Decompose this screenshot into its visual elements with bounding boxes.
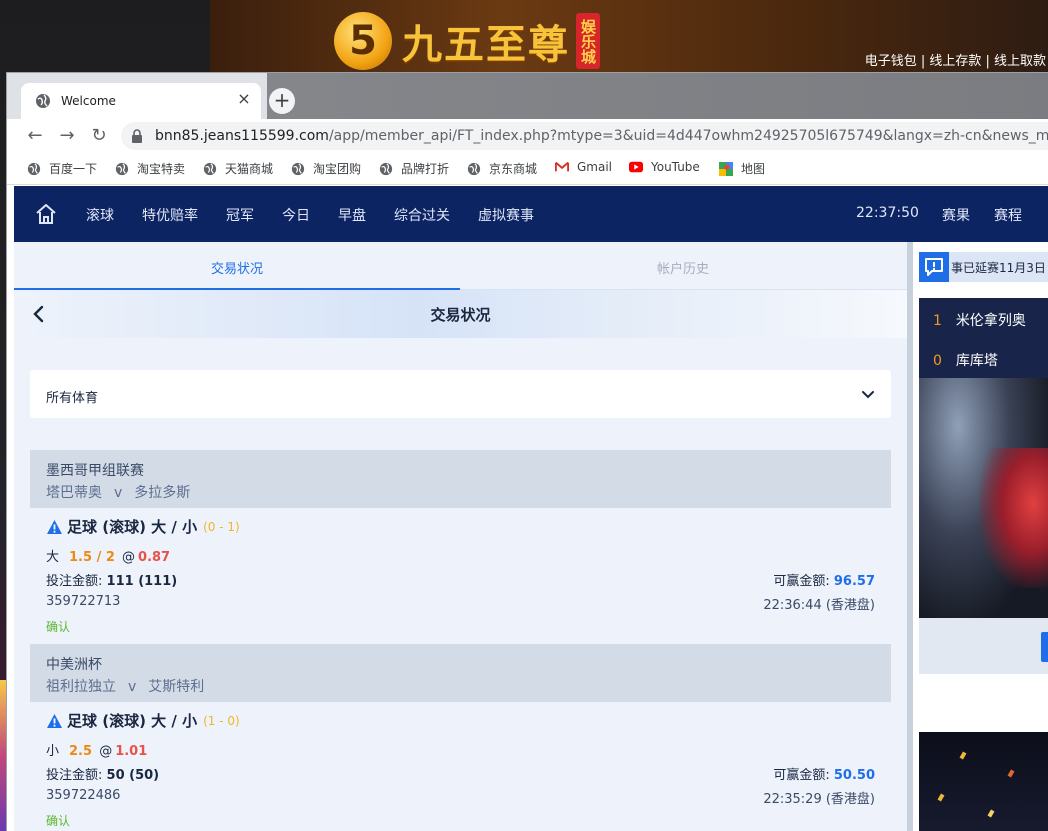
bookmark-item[interactable]: 京东商城 bbox=[467, 160, 537, 177]
reload-icon[interactable]: ↻ bbox=[87, 124, 111, 148]
live-video-stream[interactable] bbox=[919, 378, 1048, 618]
nav-schedule[interactable]: 赛程 bbox=[994, 205, 1022, 225]
maps-icon bbox=[719, 161, 733, 176]
team-score-row: 0 库库塔 bbox=[933, 353, 998, 369]
globe-icon bbox=[36, 94, 50, 108]
stake-amount: 投注金额: 111 (111) bbox=[46, 574, 178, 589]
top-navigation: 滚球 特优赔率 冠军 今日 早盘 综合过关 虚拟赛事 22:37:50 赛果 赛… bbox=[14, 186, 1048, 242]
promo-banner[interactable] bbox=[919, 732, 1048, 831]
main-panel: 交易状况 帐户历史 交易状况 所有体育 墨西哥甲组联赛 塔巴蒂奥v多拉多斯 bbox=[14, 242, 907, 831]
logo-emblem: 5 bbox=[334, 12, 392, 70]
youtube-icon bbox=[629, 161, 643, 173]
live-score-card[interactable]: 1 米伦拿列奥 0 库库塔 bbox=[919, 298, 1048, 378]
nav-live[interactable]: 滚球 bbox=[86, 205, 114, 225]
casino-logo: 5 九五至尊 娱乐城 bbox=[334, 12, 600, 70]
match-teams: 祖利拉独立 v 艾斯特利 bbox=[46, 679, 205, 695]
ticket-number: 359722486 bbox=[46, 788, 121, 803]
bet-selection: 大 1.5 / 2 @0.87 bbox=[46, 550, 171, 565]
globe-icon bbox=[115, 162, 129, 175]
page-header: 交易状况 bbox=[14, 290, 907, 338]
tab-strip: Welcome × + bbox=[7, 73, 1048, 119]
bet-type: 足球 (滚球) 大 / 小 bbox=[67, 518, 198, 536]
close-tab-icon[interactable]: × bbox=[235, 90, 253, 108]
bookmark-item[interactable]: 淘宝特卖 bbox=[115, 160, 185, 177]
message-icon bbox=[919, 252, 949, 282]
bet-time: 22:35:29 (香港盘) bbox=[763, 792, 875, 807]
ticket-number: 359722713 bbox=[46, 594, 121, 609]
bookmark-gmail[interactable]: Gmail bbox=[555, 160, 612, 174]
page-title: 交易状况 bbox=[430, 306, 491, 324]
nav-outright[interactable]: 冠军 bbox=[226, 205, 254, 225]
bet-ticket: 足球 (滚球) 大 / 小 (0 - 1) 大 1.5 / 2 @0.87 投注金… bbox=[30, 516, 891, 636]
potential-win: 可赢金额: 50.50 bbox=[773, 768, 875, 783]
browser-window: Welcome × + ← → ↻ bnn85.jeans115599.com/… bbox=[6, 72, 1048, 831]
bookmark-item[interactable]: 淘宝团购 bbox=[291, 160, 361, 177]
browser-toolbar: ← → ↻ bnn85.jeans115599.com/app/member_a… bbox=[7, 119, 1048, 153]
nav-today[interactable]: 今日 bbox=[282, 205, 310, 225]
bookmark-item[interactable]: 天猫商城 bbox=[203, 160, 273, 177]
globe-icon bbox=[379, 162, 393, 175]
league-name: 中美洲杯 bbox=[46, 657, 102, 673]
new-tab-button[interactable]: + bbox=[269, 88, 295, 114]
logo-tag: 娱乐城 bbox=[576, 13, 600, 69]
bet-selection: 小 2.5 @1.01 bbox=[46, 744, 148, 759]
logo-text: 九五至尊 bbox=[402, 21, 570, 68]
bet-ticket: 足球 (滚球) 大 / 小 (1 - 0) 小 2.5 @1.01 投注金额: 5… bbox=[30, 710, 891, 831]
nav-virtual[interactable]: 虚拟赛事 bbox=[478, 205, 534, 225]
match-header: 墨西哥甲组联赛 塔巴蒂奥 v 多拉多斯 bbox=[30, 450, 891, 508]
gmail-icon bbox=[555, 161, 569, 172]
clock: 22:37:50 bbox=[856, 205, 919, 221]
globe-icon bbox=[467, 162, 481, 175]
stake-amount: 投注金额: 50 (50) bbox=[46, 768, 160, 783]
match-header: 中美洲杯 祖利拉独立 v 艾斯特利 bbox=[30, 644, 891, 702]
account-links[interactable]: 电子钱包 | 线上存款 | 线上取款 bbox=[865, 50, 1046, 69]
bet-time: 22:36:44 (香港盘) bbox=[763, 598, 875, 613]
filter-value: 所有体育 bbox=[46, 391, 99, 406]
back-arrow-icon[interactable]: ← bbox=[23, 124, 47, 148]
live-score: (1 - 0) bbox=[203, 713, 240, 728]
warning-icon bbox=[47, 519, 62, 534]
warning-icon bbox=[47, 713, 62, 728]
panel-tabs: 交易状况 帐户历史 bbox=[14, 242, 907, 291]
sport-filter-dropdown[interactable]: 所有体育 bbox=[30, 370, 891, 418]
nav-results[interactable]: 赛果 bbox=[942, 205, 970, 225]
status-badge: 确认 bbox=[46, 814, 71, 828]
nav-early[interactable]: 早盘 bbox=[338, 205, 366, 225]
news-ticker[interactable]: 事已延赛11月3日 bbox=[919, 252, 1048, 282]
league-name: 墨西哥甲组联赛 bbox=[46, 463, 144, 479]
bookmark-item[interactable]: 品牌打折 bbox=[379, 160, 449, 177]
status-badge: 确认 bbox=[46, 620, 71, 634]
match-teams: 塔巴蒂奥 v 多拉多斯 bbox=[46, 485, 191, 501]
address-bar[interactable]: bnn85.jeans115599.com/app/member_api/FT_… bbox=[121, 122, 1048, 150]
tab-account-history[interactable]: 帐户历史 bbox=[460, 258, 906, 277]
globe-icon bbox=[203, 162, 217, 175]
bookmark-maps[interactable]: 地图 bbox=[719, 160, 765, 177]
tab-title: Welcome bbox=[61, 94, 116, 108]
tab-welcome[interactable]: Welcome × bbox=[21, 83, 261, 119]
potential-win: 可赢金额: 96.57 bbox=[773, 574, 875, 589]
bookmark-item[interactable]: 百度一下 bbox=[27, 160, 97, 177]
bet-type: 足球 (滚球) 大 / 小 bbox=[67, 712, 198, 730]
globe-icon bbox=[291, 162, 305, 175]
video-controls bbox=[919, 618, 1048, 674]
sportsbook-page: 滚球 特优赔率 冠军 今日 早盘 综合过关 虚拟赛事 22:37:50 赛果 赛… bbox=[14, 186, 1048, 831]
tab-transactions[interactable]: 交易状况 bbox=[14, 258, 460, 277]
url-text[interactable]: bnn85.jeans115599.com/app/member_api/FT_… bbox=[155, 128, 1048, 144]
expand-button[interactable] bbox=[1041, 632, 1048, 662]
forward-arrow-icon[interactable]: → bbox=[55, 124, 79, 148]
ticker-text: 事已延赛11月3日 bbox=[951, 261, 1046, 275]
nav-best-odds[interactable]: 特优赔率 bbox=[142, 205, 198, 225]
home-icon[interactable] bbox=[34, 202, 58, 226]
lock-icon[interactable] bbox=[131, 129, 143, 143]
nav-parlay[interactable]: 综合过关 bbox=[394, 205, 450, 225]
right-sidebar: 事已延赛11月3日 1 米伦拿列奥 0 库库塔 bbox=[913, 242, 1048, 831]
globe-icon bbox=[27, 162, 41, 175]
team-score-row: 1 米伦拿列奥 bbox=[933, 313, 1026, 329]
chevron-down-icon bbox=[862, 391, 874, 399]
bookmark-youtube[interactable]: YouTube bbox=[629, 160, 700, 174]
live-score: (0 - 1) bbox=[203, 519, 240, 534]
bookmarks-bar: 百度一下 淘宝特卖 天猫商城 淘宝团购 品牌打折 京东商城 Gmail YouT… bbox=[7, 153, 1048, 185]
